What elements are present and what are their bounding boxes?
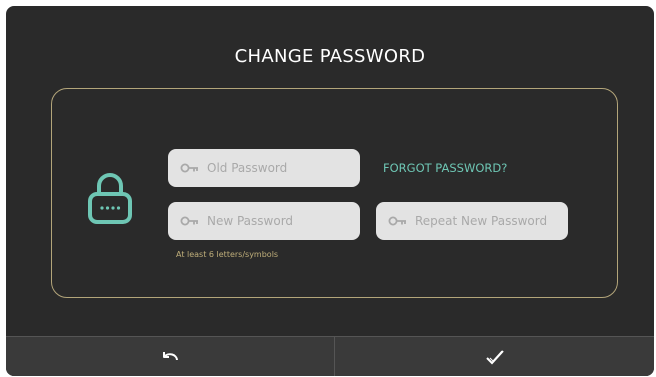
password-panel [51, 88, 618, 298]
forgot-password-link[interactable]: FORGOT PASSWORD? [383, 161, 507, 175]
repeat-password-field[interactable] [376, 202, 568, 240]
back-button[interactable] [6, 337, 335, 376]
undo-icon [163, 352, 178, 361]
page-title: CHANGE PASSWORD [234, 46, 426, 67]
old-password-input[interactable] [207, 161, 337, 175]
key-icon [180, 163, 198, 173]
lock-icon [88, 173, 132, 224]
change-password-screen: CHANGE PASSWORD FORGOT PASSWORD? At leas… [6, 6, 654, 376]
password-hint: At least 6 letters/symbols [176, 250, 279, 259]
old-password-field[interactable] [168, 149, 360, 187]
key-icon [388, 216, 406, 226]
key-icon [180, 216, 198, 226]
checkmark-icon [485, 350, 504, 365]
confirm-button[interactable] [335, 337, 654, 376]
new-password-input[interactable] [207, 214, 337, 228]
bottom-bar [6, 336, 654, 376]
repeat-password-input[interactable] [415, 214, 565, 228]
new-password-field[interactable] [168, 202, 360, 240]
